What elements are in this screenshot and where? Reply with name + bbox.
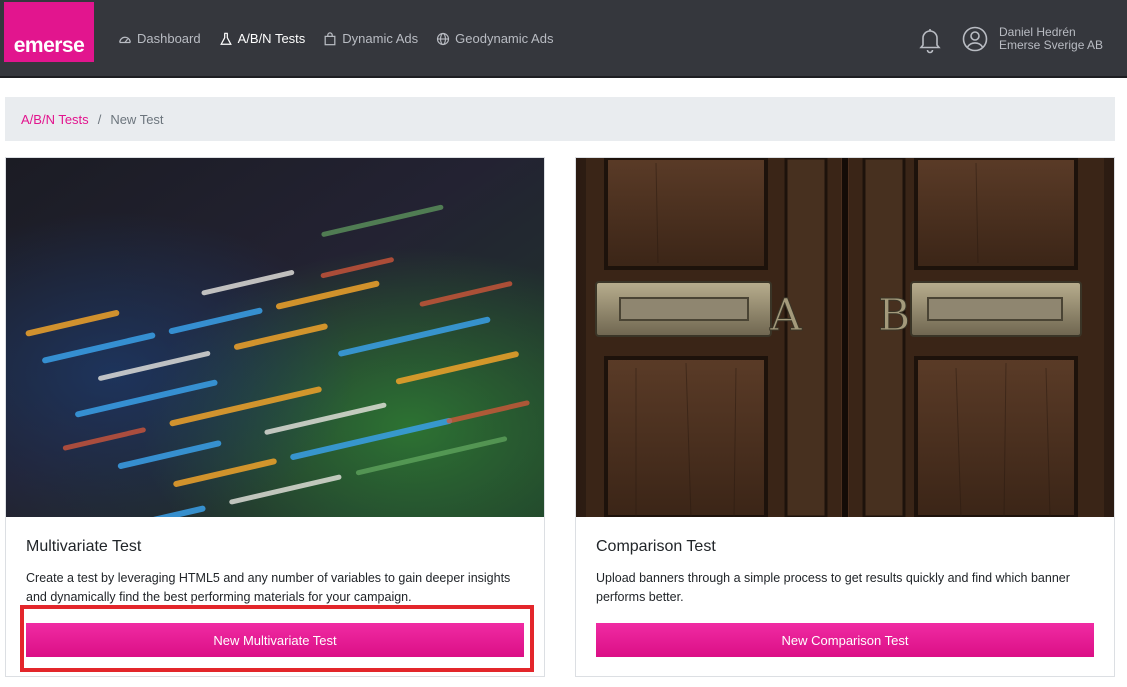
new-comparison-test-button[interactable]: New Comparison Test [596,623,1094,657]
nav-label-dynamic-ads: Dynamic Ads [342,31,419,46]
nav-item-dashboard[interactable]: Dashboard [118,31,201,46]
multivariate-test-card: Multivariate Test Create a test by lever… [5,157,545,677]
flask-icon [219,32,232,45]
breadcrumb: A/B/N Tests / New Test [5,97,1115,141]
breadcrumb-separator: / [97,111,102,127]
top-navbar: emerse Dashboard A/B/N Tests Dynamic Ads… [0,0,1127,78]
comparison-card-description: Upload banners through a simple process … [596,571,1070,604]
code-screen-image [6,158,544,517]
user-info[interactable]: Daniel Hedrén Emerse Sverige AB [999,26,1103,52]
nav-label-dashboard: Dashboard [137,31,201,46]
ab-doors-image: A B [576,158,1114,517]
comparison-card-title: Comparison Test [596,538,716,555]
breadcrumb-current: New Test [110,111,164,127]
nav-label-geodynamic-ads: Geodynamic Ads [455,31,554,46]
user-company: Emerse Sverige AB [999,38,1104,52]
breadcrumb-link-abn-tests[interactable]: A/B/N Tests [21,112,89,127]
nav-item-dynamic-ads[interactable]: Dynamic Ads [323,31,418,46]
svg-text:A: A [769,290,803,341]
nav-label-abn-tests: A/B/N Tests [237,31,306,46]
shopping-bag-icon [324,31,336,45]
logo-text: emerse [13,34,85,57]
comparison-test-card: A B Comparison Test Upload banners throu… [575,157,1115,677]
user-circle-icon[interactable] [962,26,988,52]
svg-text:B: B [878,290,910,341]
multivariate-card-description: Create a test by leveraging HTML5 and an… [26,571,511,604]
bell-icon[interactable] [917,26,943,54]
main-nav: Dashboard A/B/N Tests Dynamic Ads Geodyn… [118,31,553,46]
dashboard-gauge-icon [119,36,131,43]
nav-item-geodynamic-ads[interactable]: Geodynamic Ads [436,31,553,46]
globe-icon [437,32,450,45]
emerse-logo[interactable]: emerse [4,2,94,62]
nav-item-abn-tests[interactable]: A/B/N Tests [219,31,306,46]
new-multivariate-test-button[interactable]: New Multivariate Test [26,623,524,657]
multivariate-card-title: Multivariate Test [26,538,142,555]
